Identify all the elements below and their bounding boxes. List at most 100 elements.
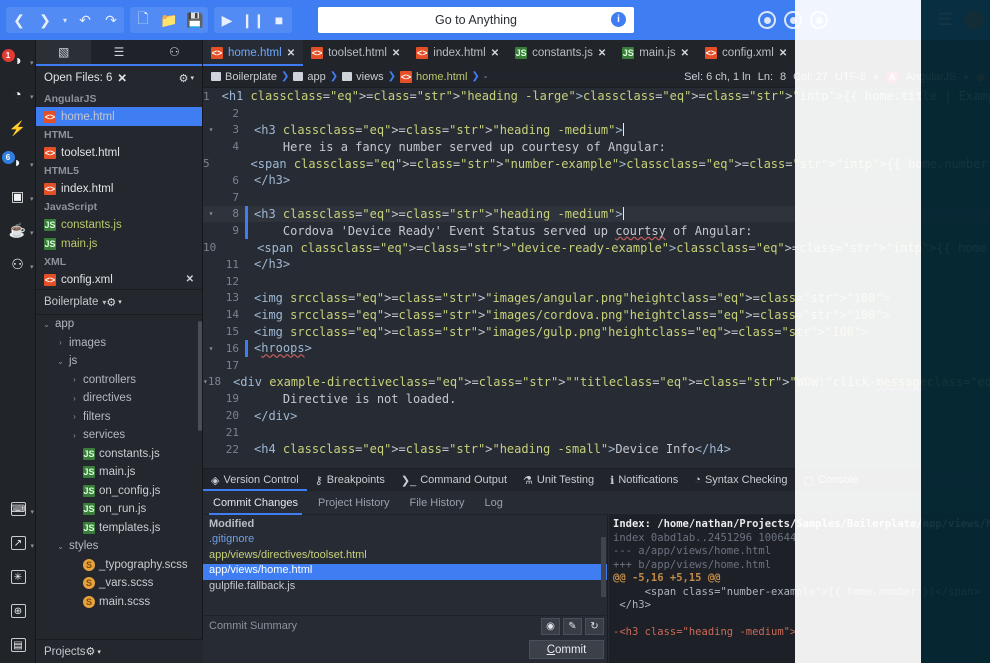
code-line[interactable]: 10 <span classclass="eq">= class = "str" > "d… <box>203 239 990 256</box>
stop-circle-icon[interactable] <box>784 11 802 29</box>
code-line[interactable]: ▾ 16 <hroops> <box>203 339 990 357</box>
close-icon[interactable]: ✕ <box>779 48 787 59</box>
code-line[interactable]: 13 <img srcclass="eq">= class = "str" > "image… <box>203 290 990 307</box>
language-status[interactable]: AngularJS <box>906 71 957 83</box>
tree-item[interactable]: ⌄ js <box>36 352 202 371</box>
fold-toggle-icon[interactable]: ▾ <box>203 209 219 218</box>
code-line[interactable]: 6 </h3> <box>203 172 990 189</box>
project-name[interactable]: Boilerplate <box>44 296 98 308</box>
twisty-icon[interactable]: › <box>56 338 65 347</box>
tree-item[interactable]: › filters <box>36 408 202 427</box>
commit-file-row[interactable]: gulpfile.fallback.js <box>203 580 607 596</box>
commit-list-scrollbar[interactable] <box>601 537 606 597</box>
project-gear-icon[interactable]: ⚙ <box>106 296 116 309</box>
code-line[interactable]: 5 <span classclass="eq">= class = "str" > "nu… <box>203 155 990 172</box>
record-circle-icon[interactable] <box>758 11 776 29</box>
forward-arrow-icon[interactable]: ❯ <box>32 7 58 33</box>
avatar[interactable] <box>964 10 984 30</box>
tree-item[interactable]: JS main.js <box>36 463 202 482</box>
open-file-item[interactable]: <> index.html <box>36 179 202 198</box>
bottom-tab-version-control[interactable]: ◈ Version Control <box>203 469 307 491</box>
tree-item[interactable]: S _typography.scss <box>36 556 202 575</box>
pause-icon[interactable]: ❙❙ <box>240 7 266 33</box>
open-file-item[interactable]: <> toolset.html <box>36 143 202 162</box>
code-line[interactable]: 2 <box>203 105 990 122</box>
subtab-file-history[interactable]: File History <box>400 491 475 515</box>
twisty-icon[interactable]: › <box>70 394 79 403</box>
tree-item[interactable]: ⌄ styles <box>36 537 202 556</box>
fold-toggle-icon[interactable]: ▾ <box>203 344 219 353</box>
code-line[interactable]: 9 Cordova 'Device Ready' Event Status se… <box>203 222 990 240</box>
play-icon[interactable]: ▶ <box>214 7 240 33</box>
new-file-icon[interactable]: 🗋 <box>130 7 156 33</box>
close-icon[interactable]: ✕ <box>186 274 194 285</box>
code-line[interactable]: ▾ 3 <h3 classclass="eq">= class = "str" > "head… <box>203 122 990 139</box>
bottom-tab-unit-testing[interactable]: ⚗ Unit Testing <box>515 469 602 491</box>
rail-item-coffee-icon[interactable]: ☕ ▾ <box>0 216 36 244</box>
rail-item-globe-web-icon[interactable]: ⊕ <box>0 597 36 625</box>
project-caret-down-icon[interactable]: ▾ <box>118 298 122 306</box>
twisty-icon[interactable]: › <box>70 412 79 421</box>
play-circle-icon[interactable] <box>810 11 828 29</box>
tree-item[interactable]: S _vars.scss <box>36 574 202 593</box>
rail-item-panel-icon[interactable]: ▣ ▾ <box>0 182 36 210</box>
fold-toggle-icon[interactable]: ▾ <box>203 125 219 134</box>
sidebar-tab-collaboration[interactable]: ⚇ <box>147 40 202 64</box>
rail-item-notifications-icon[interactable]: ◑ 1 ▾ <box>0 46 36 74</box>
edit-icon[interactable]: ✎ <box>563 618 582 635</box>
caret-down-icon[interactable]: ▾ <box>30 59 34 67</box>
bottom-tab-command-output[interactable]: ❯_ Command Output <box>393 469 515 491</box>
rail-item-speaker-icon[interactable]: ◗ 6 ▾ <box>0 148 36 176</box>
rail-item-lightning-icon[interactable]: ⚡ <box>0 114 36 142</box>
open-file-item[interactable]: JS main.js <box>36 234 202 253</box>
caret-down-icon[interactable]: ▾ <box>30 93 34 101</box>
editor-tab[interactable]: JS constants.js ✕ <box>507 40 614 66</box>
breadcrumb-item[interactable]: app <box>293 71 326 83</box>
tree-item[interactable]: ⌄ app <box>36 315 202 334</box>
close-icon[interactable]: ✕ <box>681 48 689 59</box>
editor-tab[interactable]: <> toolset.html ✕ <box>303 40 408 66</box>
close-icon[interactable]: ✕ <box>287 48 295 59</box>
breadcrumb-item[interactable]: views <box>342 71 384 83</box>
commit-file-row[interactable]: app/views/home.html <box>203 564 607 580</box>
editor-tab[interactable]: <> index.html ✕ <box>408 40 507 66</box>
rail-item-robot-icon[interactable]: ⚇ ▾ <box>0 250 36 278</box>
rail-item-book-icon[interactable]: ▤ <box>0 631 36 659</box>
code-line[interactable]: 7 <box>203 189 990 206</box>
hamburger-menu-icon[interactable]: ☰ <box>932 7 958 33</box>
open-file-item[interactable]: <> config.xml ✕ <box>36 270 202 289</box>
info-icon[interactable]: i <box>611 12 626 27</box>
code-line[interactable]: ▾ 8 <h3 classclass="eq">= class = "str" > "head… <box>203 205 990 223</box>
encoding-caret-icon[interactable]: ▾ <box>873 71 879 84</box>
sidebar-tab-database[interactable]: ☰ <box>91 40 146 64</box>
code-line[interactable]: 15 <img srcclass="eq">= class = "str" > "image… <box>203 323 990 340</box>
close-icon[interactable]: ✕ <box>598 48 606 59</box>
encoding-status[interactable]: UTF-8 <box>835 71 866 83</box>
subtab-log[interactable]: Log <box>475 491 513 515</box>
code-line[interactable]: 14 <img srcclass="eq">= class = "str" > "image… <box>203 306 990 323</box>
tree-item[interactable]: › images <box>36 334 202 353</box>
twisty-icon[interactable]: › <box>70 375 79 384</box>
bottom-tab-notifications[interactable]: ℹ Notifications <box>602 469 686 491</box>
code-editor[interactable]: 1 <h1 classclass="eq">= class = "str" > "headi… <box>203 88 990 508</box>
code-line[interactable]: 21 <box>203 424 990 441</box>
tree-scrollbar[interactable] <box>198 321 202 431</box>
breadcrumb-item[interactable]: <> home.html <box>400 70 467 83</box>
tree-item[interactable]: › controllers <box>36 371 202 390</box>
tree-item[interactable]: JS on_run.js <box>36 500 202 519</box>
nav-caret-down-icon[interactable]: ▾ <box>58 7 72 33</box>
open-folder-icon[interactable]: 📁 <box>156 7 182 33</box>
diff-viewer[interactable]: Index: /home/nathan/Projects/Samples/Boi… <box>609 515 990 663</box>
open-file-item[interactable]: JS constants.js <box>36 215 202 234</box>
stop-icon[interactable]: ■ <box>266 7 292 33</box>
bottom-tab-console[interactable]: ▢ Console <box>795 469 866 491</box>
tree-item[interactable]: JS on_config.js <box>36 482 202 501</box>
open-file-item[interactable]: <> home.html <box>36 107 202 126</box>
sidebar-tab-files[interactable]: ▧ <box>36 40 92 64</box>
code-line[interactable]: 4 Here is a fancy number served up court… <box>203 138 990 155</box>
code-line[interactable]: 11 </h3> <box>203 256 990 273</box>
rail-item-chart-icon[interactable]: ↗ ▾ <box>0 529 36 557</box>
bottom-tab-syntax-checking[interactable]: ◔ Syntax Checking <box>686 469 795 491</box>
projects-label[interactable]: Projects <box>44 646 86 658</box>
caret-down-icon[interactable]: ▾ <box>30 229 34 237</box>
